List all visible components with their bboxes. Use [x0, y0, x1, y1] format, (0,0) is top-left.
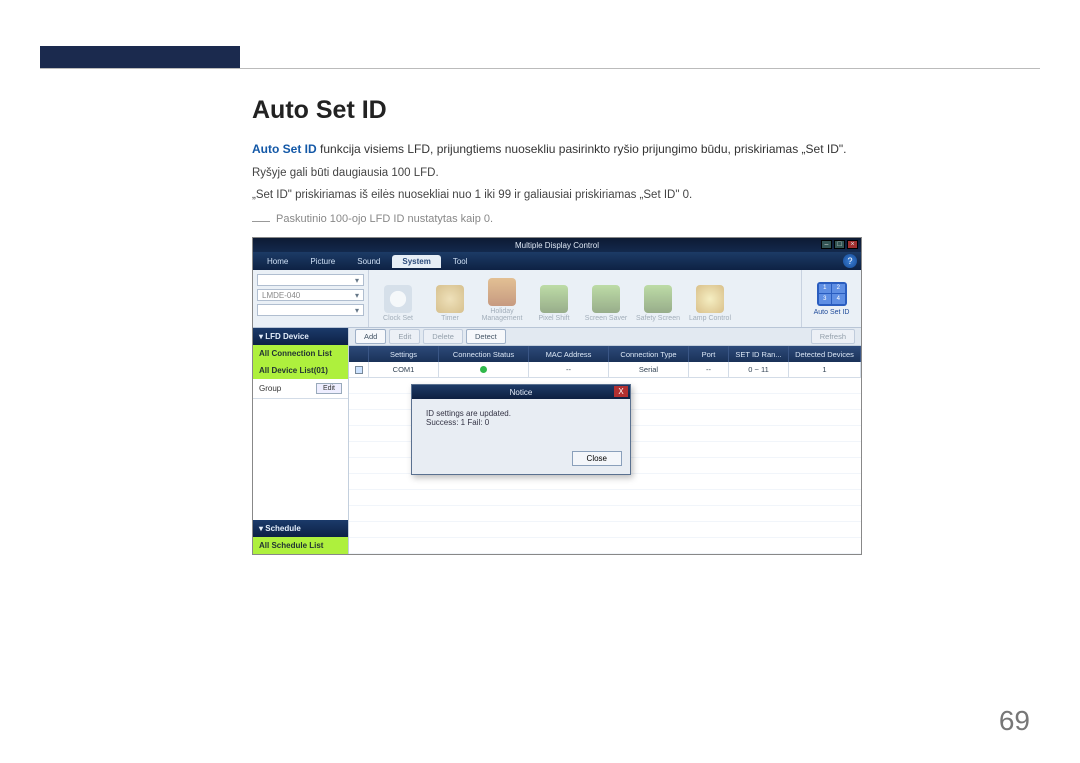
col-settings: Settings: [369, 346, 439, 362]
window-buttons: – □ ×: [821, 240, 858, 249]
sidebar-item-all-connection[interactable]: All Connection List: [253, 345, 348, 362]
grid-area: Notice X ID settings are updated. Succes…: [349, 378, 861, 554]
body-line-2: Ryšyje gali būti daugiausia 100 LFD.: [252, 163, 1020, 185]
tool-lamp-control[interactable]: Lamp Control: [687, 274, 733, 323]
help-icon[interactable]: ?: [843, 254, 857, 268]
dialog-close-icon[interactable]: X: [614, 386, 628, 397]
cell-conn-type: Serial: [609, 362, 689, 377]
clock-icon: [384, 285, 412, 313]
delete-button[interactable]: Delete: [423, 329, 463, 344]
add-button[interactable]: Add: [355, 329, 386, 344]
sidebar-item-group[interactable]: Group Edit: [253, 379, 348, 399]
col-mac: MAC Address: [529, 346, 609, 362]
col-detected: Detected Devices: [789, 346, 861, 362]
footnote: Paskutinio 100-ojo LFD ID nustatytas kai…: [252, 213, 1020, 225]
screen-saver-icon: [592, 285, 620, 313]
detect-button[interactable]: Detect: [466, 329, 506, 344]
page-title: Auto Set ID: [252, 96, 1020, 125]
col-port: Port: [689, 346, 729, 362]
timer-icon: [436, 285, 464, 313]
page-content: Auto Set ID Auto Set ID funkcija visiems…: [252, 96, 1020, 555]
tool-safety-screen[interactable]: Safety Screen: [635, 274, 681, 323]
tool-pixel-shift[interactable]: Pixel Shift: [531, 274, 577, 323]
chevron-down-icon: ▾: [355, 291, 359, 300]
grid-icon: 1 2 3 4: [817, 282, 847, 306]
main-panel: Add Edit Delete Detect Refresh Settings …: [349, 328, 861, 554]
lead-paragraph: Auto Set ID funkcija visiems LFD, prijun…: [252, 139, 1020, 159]
dialog-line-2: Success: 1 Fail: 0: [426, 418, 616, 427]
cell-detected: 1: [789, 362, 861, 377]
cell-range: 0 ~ 11: [729, 362, 789, 377]
tool-clock-set[interactable]: Clock Set: [375, 274, 421, 323]
pixel-shift-icon: [540, 285, 568, 313]
calendar-icon: [488, 278, 516, 306]
device-select-1[interactable]: ▾: [257, 274, 364, 286]
tab-home[interactable]: Home: [257, 255, 298, 268]
page-number: 69: [999, 705, 1030, 737]
lamp-icon: [696, 285, 724, 313]
auto-set-id-button[interactable]: 1 2 3 4 Auto Set ID: [801, 270, 861, 327]
tab-tool[interactable]: Tool: [443, 255, 478, 268]
sidebar-fill: [253, 399, 348, 520]
table-header: Settings Connection Status MAC Address C…: [349, 346, 861, 362]
lead-rest: funkcija visiems LFD, prijungtiems nuose…: [317, 142, 847, 156]
sidebar: LFD Device All Connection List All Devic…: [253, 328, 349, 554]
cell-settings: COM1: [369, 362, 439, 377]
dialog-line-1: ID settings are updated.: [426, 409, 616, 418]
status-dot-icon: [480, 366, 487, 373]
body-line-3: „Set ID" priskiriamas iš eilės nuoseklia…: [252, 185, 1020, 207]
sidebar-header-schedule[interactable]: Schedule: [253, 520, 348, 537]
window-title: Multiple Display Control: [515, 241, 599, 250]
tab-system[interactable]: System: [392, 255, 440, 268]
chevron-down-icon: ▾: [355, 276, 359, 285]
dialog-title: Notice: [510, 388, 533, 397]
cell-mac: --: [529, 362, 609, 377]
tab-sound[interactable]: Sound: [347, 255, 390, 268]
col-checkbox: [349, 346, 369, 362]
tool-timer[interactable]: Timer: [427, 274, 473, 323]
sidebar-item-all-device[interactable]: All Device List(01): [253, 362, 348, 379]
dialog-titlebar: Notice X: [412, 385, 630, 399]
device-selectors: ▾ LMDE-040▾ ▾: [253, 270, 369, 327]
device-select-2[interactable]: LMDE-040▾: [257, 289, 364, 301]
dialog-close-button[interactable]: Close: [572, 451, 622, 466]
tool-holiday[interactable]: Holiday Management: [479, 274, 525, 323]
close-button[interactable]: ×: [847, 240, 858, 249]
sidebar-item-all-schedule[interactable]: All Schedule List: [253, 537, 348, 554]
tab-picture[interactable]: Picture: [300, 255, 345, 268]
row-checkbox[interactable]: [355, 366, 363, 374]
minimize-button[interactable]: –: [821, 240, 832, 249]
refresh-button[interactable]: Refresh: [811, 329, 855, 344]
col-setid-range: SET ID Ran...: [729, 346, 789, 362]
tool-screen-saver[interactable]: Screen Saver: [583, 274, 629, 323]
device-select-3[interactable]: ▾: [257, 304, 364, 316]
cell-port: --: [689, 362, 729, 377]
edit-list-button[interactable]: Edit: [389, 329, 420, 344]
page-rule: [40, 68, 1040, 69]
chevron-down-icon: ▾: [355, 306, 359, 315]
window-titlebar: Multiple Display Control – □ ×: [253, 238, 861, 252]
sidebar-header-lfd[interactable]: LFD Device: [253, 328, 348, 345]
dialog-body: ID settings are updated. Success: 1 Fail…: [412, 399, 630, 447]
auto-set-id-label: Auto Set ID: [814, 309, 850, 316]
app-screenshot: Multiple Display Control – □ × Home Pict…: [252, 237, 862, 555]
ribbon-tools: Clock Set Timer Holiday Management Pixel…: [369, 270, 801, 327]
maximize-button[interactable]: □: [834, 240, 845, 249]
notice-dialog: Notice X ID settings are updated. Succes…: [411, 384, 631, 475]
lead-emphasis: Auto Set ID: [252, 142, 317, 156]
chapter-color-bar: [40, 46, 240, 68]
menu-bar: Home Picture Sound System Tool ?: [253, 252, 861, 270]
dialog-footer: Close: [412, 447, 630, 474]
list-toolbar: Add Edit Delete Detect Refresh: [349, 328, 861, 346]
app-body: LFD Device All Connection List All Devic…: [253, 328, 861, 554]
col-conn-status: Connection Status: [439, 346, 529, 362]
col-conn-type: Connection Type: [609, 346, 689, 362]
edit-button[interactable]: Edit: [316, 383, 342, 394]
ribbon: ▾ LMDE-040▾ ▾ Clock Set Timer Holiday Ma…: [253, 270, 861, 328]
table-row[interactable]: COM1 -- Serial -- 0 ~ 11 1: [349, 362, 861, 378]
safety-screen-icon: [644, 285, 672, 313]
